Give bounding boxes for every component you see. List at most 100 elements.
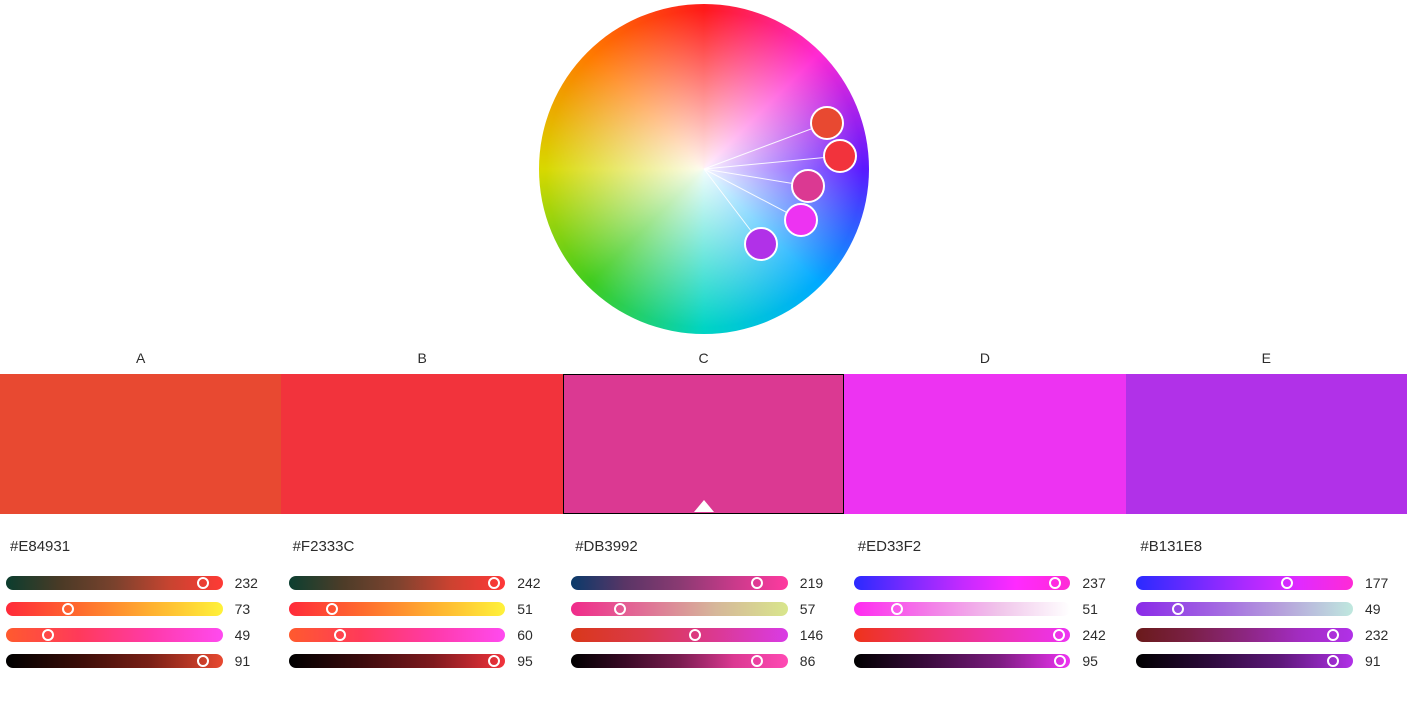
wheel-handle-d[interactable]	[784, 203, 818, 237]
slider-row: 219	[571, 575, 836, 591]
slider-value[interactable]: 177	[1365, 575, 1401, 591]
color-slider[interactable]	[1136, 602, 1353, 616]
slider-value[interactable]: 49	[235, 627, 271, 643]
color-slider[interactable]	[6, 602, 223, 616]
swatch-e[interactable]	[1126, 374, 1407, 514]
wheel-handle-b[interactable]	[823, 139, 857, 173]
slider-row: 242	[854, 627, 1119, 643]
slider-thumb[interactable]	[1172, 603, 1184, 615]
slider-value[interactable]: 232	[1365, 627, 1401, 643]
slider-value[interactable]: 51	[1082, 601, 1118, 617]
slider-value[interactable]: 91	[235, 653, 271, 669]
slider-row: 177	[1136, 575, 1401, 591]
slider-thumb[interactable]	[62, 603, 74, 615]
slider-thumb[interactable]	[1281, 577, 1293, 589]
slider-thumb[interactable]	[488, 655, 500, 667]
slider-thumb[interactable]	[1054, 655, 1066, 667]
color-slider[interactable]	[571, 654, 788, 668]
slider-thumb[interactable]	[614, 603, 626, 615]
slider-thumb[interactable]	[326, 603, 338, 615]
color-slider[interactable]	[6, 654, 223, 668]
slider-thumb[interactable]	[334, 629, 346, 641]
wheel-handle-c[interactable]	[791, 169, 825, 203]
slider-value[interactable]: 95	[1082, 653, 1118, 669]
swatch-label: C	[563, 344, 844, 374]
color-detail-column: #DB3992219 57 146 86	[565, 528, 842, 679]
slider-row: 86	[571, 653, 836, 669]
slider-row: 51	[289, 601, 554, 617]
color-slider[interactable]	[854, 576, 1071, 590]
slider-thumb[interactable]	[197, 655, 209, 667]
wheel-handle-e[interactable]	[744, 227, 778, 261]
slider-row: 242	[289, 575, 554, 591]
slider-value[interactable]: 51	[517, 601, 553, 617]
wheel-handle-a[interactable]	[810, 106, 844, 140]
hex-value[interactable]: #B131E8	[1136, 528, 1401, 575]
slider-value[interactable]: 49	[1365, 601, 1401, 617]
slider-thumb[interactable]	[1049, 577, 1061, 589]
color-wheel[interactable]	[539, 4, 869, 334]
slider-row: 95	[289, 653, 554, 669]
swatches-row	[0, 374, 1407, 514]
color-wheel-area	[0, 0, 1407, 344]
slider-thumb[interactable]	[1327, 629, 1339, 641]
slider-thumb[interactable]	[488, 577, 500, 589]
hex-value[interactable]: #F2333C	[289, 528, 554, 575]
slider-thumb[interactable]	[891, 603, 903, 615]
slider-row: 237	[854, 575, 1119, 591]
color-slider[interactable]	[6, 628, 223, 642]
slider-value[interactable]: 73	[235, 601, 271, 617]
slider-value[interactable]: 242	[1082, 627, 1118, 643]
hex-value[interactable]: #DB3992	[571, 528, 836, 575]
slider-thumb[interactable]	[1327, 655, 1339, 667]
slider-value[interactable]: 232	[235, 575, 271, 591]
slider-row: 232	[6, 575, 271, 591]
color-slider[interactable]	[289, 602, 506, 616]
slider-thumb[interactable]	[1053, 629, 1065, 641]
color-slider[interactable]	[571, 628, 788, 642]
color-slider[interactable]	[571, 576, 788, 590]
color-slider[interactable]	[571, 602, 788, 616]
color-slider[interactable]	[854, 628, 1071, 642]
slider-value[interactable]: 57	[800, 601, 836, 617]
selected-swatch-indicator-icon	[694, 500, 714, 512]
color-slider[interactable]	[289, 576, 506, 590]
slider-value[interactable]: 91	[1365, 653, 1401, 669]
slider-row: 49	[6, 627, 271, 643]
swatch-d[interactable]	[844, 374, 1125, 514]
slider-thumb[interactable]	[197, 577, 209, 589]
slider-value[interactable]: 146	[800, 627, 836, 643]
slider-row: 146	[571, 627, 836, 643]
color-slider[interactable]	[1136, 576, 1353, 590]
swatch-label: D	[844, 344, 1125, 374]
slider-row: 95	[854, 653, 1119, 669]
swatch-a[interactable]	[0, 374, 281, 514]
slider-row: 91	[6, 653, 271, 669]
swatch-label: A	[0, 344, 281, 374]
slider-value[interactable]: 60	[517, 627, 553, 643]
color-slider[interactable]	[289, 628, 506, 642]
color-slider[interactable]	[289, 654, 506, 668]
slider-value[interactable]: 242	[517, 575, 553, 591]
slider-row: 57	[571, 601, 836, 617]
slider-value[interactable]: 237	[1082, 575, 1118, 591]
color-slider[interactable]	[6, 576, 223, 590]
slider-thumb[interactable]	[751, 655, 763, 667]
color-slider[interactable]	[1136, 628, 1353, 642]
slider-value[interactable]: 95	[517, 653, 553, 669]
swatch-c[interactable]	[563, 374, 844, 514]
hex-value[interactable]: #E84931	[6, 528, 271, 575]
slider-thumb[interactable]	[751, 577, 763, 589]
slider-value[interactable]: 219	[800, 575, 836, 591]
color-slider[interactable]	[854, 654, 1071, 668]
slider-value[interactable]: 86	[800, 653, 836, 669]
color-wheel-disc[interactable]	[539, 4, 869, 334]
color-slider[interactable]	[854, 602, 1071, 616]
color-slider[interactable]	[1136, 654, 1353, 668]
slider-thumb[interactable]	[689, 629, 701, 641]
swatch-labels-row: ABCDE	[0, 344, 1407, 374]
color-details-row: #E84931232734991#F2333C242516095#DB39922…	[0, 514, 1407, 679]
swatch-b[interactable]	[281, 374, 562, 514]
slider-thumb[interactable]	[42, 629, 54, 641]
hex-value[interactable]: #ED33F2	[854, 528, 1119, 575]
